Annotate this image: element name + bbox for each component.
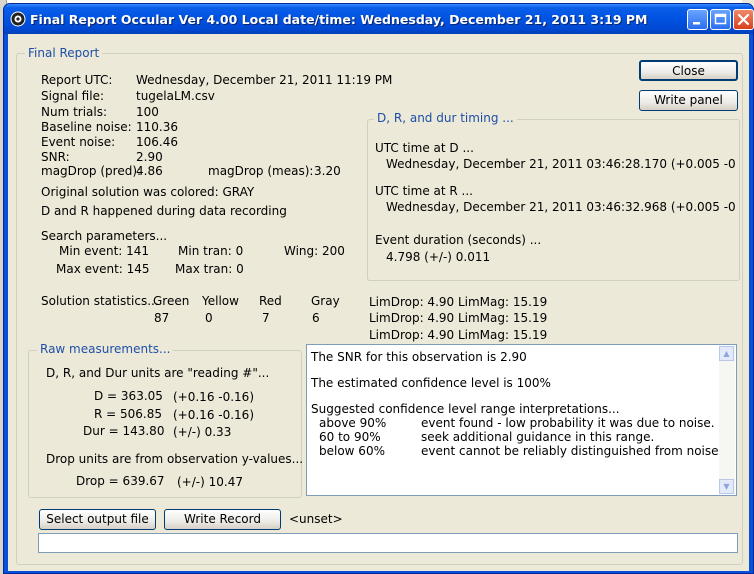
max-tran-text: Max tran: 0	[175, 262, 244, 276]
write-panel-button[interactable]: Write panel	[639, 90, 738, 111]
units-note: D, R, and Dur units are "reading #"...	[46, 366, 270, 380]
scroll-down-button[interactable]: ▼	[719, 479, 734, 494]
duration-label: Event duration (seconds) ...	[375, 233, 542, 247]
snr-value: 2.90	[136, 150, 163, 164]
magdrop-meas-value: 3.20	[314, 164, 341, 178]
utc-d-value: Wednesday, December 21, 2011 03:46:28.17…	[386, 157, 737, 171]
d-measure: D = 363.05	[94, 389, 163, 403]
stats-value-yellow: 0	[205, 311, 213, 325]
window-title: Final Report Occular Ver 4.00 Local date…	[30, 12, 648, 27]
event-noise-value: 106.46	[136, 135, 178, 149]
magdrop-meas-label: magDrop (meas):	[208, 164, 314, 178]
r-error: (+0.16 -0.16)	[173, 408, 254, 422]
vertical-scrollbar[interactable]: ▲ ▼	[719, 346, 735, 494]
snr-interpretation-textbox[interactable]: The SNR for this observation is 2.90 The…	[306, 344, 737, 496]
scroll-up-button[interactable]: ▲	[719, 346, 734, 361]
max-event-text: Max event: 145	[56, 262, 150, 276]
maximize-button[interactable]	[710, 9, 731, 30]
utc-d-label: UTC time at D ...	[375, 141, 474, 155]
utc-r-value: Wednesday, December 21, 2011 03:46:32.96…	[386, 200, 737, 214]
final-report-legend: Final Report	[25, 46, 103, 60]
utc-r-label: UTC time at R ...	[375, 184, 473, 198]
baseline-noise-value: 110.36	[136, 120, 178, 134]
close-icon	[737, 13, 750, 26]
minimize-icon	[693, 22, 700, 25]
stats-header-gray: Gray	[311, 294, 340, 308]
magdrop-pred-value: 4.86	[136, 164, 163, 178]
lim-row: LimDrop: 4.90 LimMag: 15.19	[369, 311, 548, 325]
select-output-file-button[interactable]: Select output file	[39, 509, 156, 530]
title-bar[interactable]: Final Report Occular Ver 4.00 Local date…	[4, 4, 754, 34]
status-field[interactable]	[38, 533, 738, 553]
num-trials-value: 100	[136, 105, 159, 119]
stats-value-red: 7	[262, 311, 270, 325]
window-client-area: Final Report Report UTC: Wednesday, Dece…	[8, 34, 749, 571]
report-utc-label: Report UTC:	[41, 73, 113, 87]
stats-value-green: 87	[154, 311, 170, 325]
duration-value: 4.798 (+/-) 0.011	[386, 250, 491, 264]
search-params-title: Search parameters...	[41, 229, 168, 243]
range-label: above 90%	[319, 416, 387, 430]
lim-row: LimDrop: 4.90 LimMag: 15.19	[369, 295, 548, 309]
stats-header-green: Green	[153, 294, 190, 308]
min-event-text: Min event: 141	[59, 244, 150, 258]
range-meaning: event found - low probability it was due…	[421, 416, 715, 430]
r-measure: R = 506.85	[94, 407, 163, 421]
lim-row: LimDrop: 4.90 LimMag: 15.19	[369, 328, 548, 342]
signal-file-label: Signal file:	[41, 89, 104, 103]
close-button[interactable]: Close	[639, 60, 738, 81]
d-error: (+0.16 -0.16)	[173, 390, 254, 404]
range-label: 60 to 90%	[319, 430, 381, 444]
minimize-button[interactable]	[687, 9, 708, 30]
recording-note: D and R happened during data recording	[41, 204, 287, 218]
chevron-up-icon: ▲	[723, 349, 730, 358]
report-utc-value: Wednesday, December 21, 2011 11:19 PM	[136, 73, 393, 87]
stats-header-red: Red	[259, 294, 282, 308]
close-window-button[interactable]	[733, 9, 754, 30]
baseline-noise-label: Baseline noise:	[41, 120, 132, 134]
final-report-window: Final Report Occular Ver 4.00 Local date…	[3, 3, 754, 574]
app-icon	[10, 11, 26, 27]
wing-text: Wing: 200	[284, 244, 345, 258]
timing-content: UTC time at D ... Wednesday, December 21…	[368, 120, 737, 278]
stats-value-gray: 6	[312, 311, 320, 325]
magdrop-pred-label: magDrop (pred):	[41, 164, 142, 178]
raw-measurements-legend: Raw measurements...	[37, 342, 174, 356]
snr-label: SNR:	[41, 150, 70, 164]
signal-file-value: tugelaLM.csv	[136, 89, 215, 103]
solution-color-text: Original solution was colored: GRAY	[41, 185, 255, 199]
drop-units-note: Drop units are from observation y-values…	[46, 452, 304, 466]
write-record-button[interactable]: Write Record	[164, 509, 281, 530]
output-file-path: <unset>	[289, 512, 343, 526]
range-meaning: event cannot be reliably distinguished f…	[421, 444, 723, 458]
maximize-icon	[714, 13, 727, 25]
event-noise-label: Event noise:	[41, 135, 116, 149]
num-trials-label: Num trials:	[41, 105, 108, 119]
drop-measure: Drop = 639.67	[76, 474, 165, 488]
snr-line: The SNR for this observation is 2.90	[311, 350, 527, 364]
drop-error: (+/-) 10.47	[177, 475, 243, 489]
range-meaning: seek additional guidance in this range.	[421, 430, 655, 444]
range-label: below 60%	[319, 444, 385, 458]
dur-error: (+/-) 0.33	[173, 425, 232, 439]
dur-measure: Dur = 143.80	[83, 424, 165, 438]
stats-header-yellow: Yellow	[202, 294, 239, 308]
min-tran-text: Min tran: 0	[178, 244, 244, 258]
ranges-title: Suggested confidence level range interpr…	[311, 402, 620, 416]
chevron-down-icon: ▼	[723, 482, 730, 491]
solution-stats-label: Solution statistics...	[41, 294, 159, 308]
confidence-line: The estimated confidence level is 100%	[311, 376, 551, 390]
